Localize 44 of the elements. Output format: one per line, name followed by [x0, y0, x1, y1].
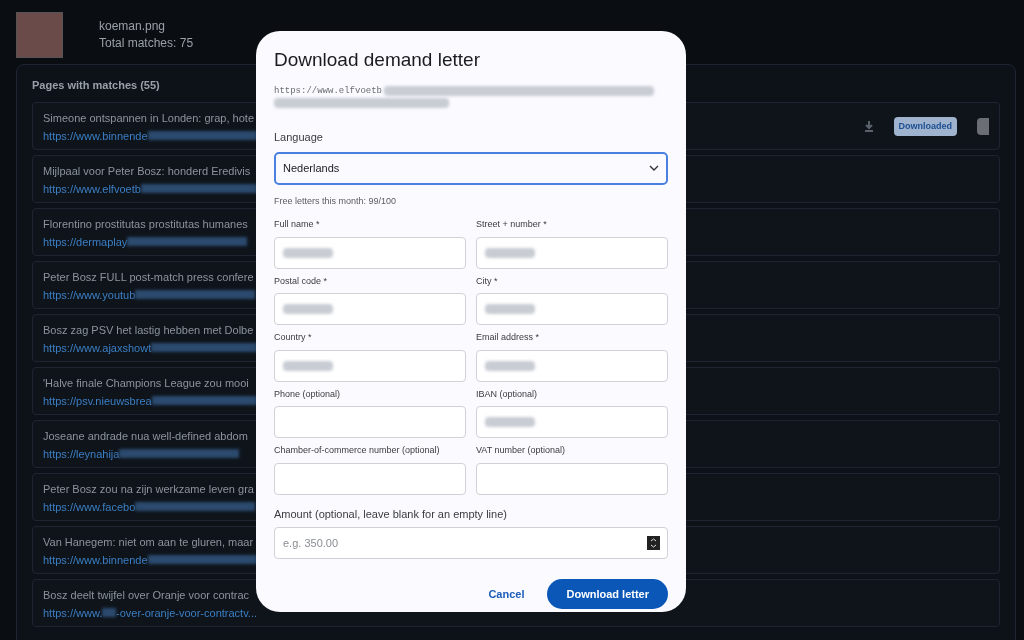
field-label: VAT number (optional) [476, 444, 567, 457]
page-title: Peter Bosz zou na zijn werkzame leven gra [43, 481, 255, 497]
field-label: Amount (optional, leave blank for an empty line) [274, 506, 508, 522]
field-label: Full name * [274, 218, 321, 231]
page-link[interactable]: https://leynahija [43, 444, 120, 463]
language-select[interactable]: Nederlands [274, 151, 668, 185]
page-link[interactable]: https://www.elfvoetb [43, 179, 141, 198]
field-label: Language [274, 130, 324, 145]
page-link[interactable]: https://www.binnende [43, 550, 148, 569]
url-text: https://www.elfvoetb [274, 85, 383, 98]
field-label: Street + number * [476, 218, 548, 231]
field-label: Phone (optional) [274, 387, 342, 401]
page-link[interactable]: https://dermaplay [43, 232, 128, 251]
download-letter-button[interactable]: Download letter [547, 579, 668, 609]
field-label: Country * [274, 331, 313, 344]
page-link[interactable]: https://psv.nieuwsbrea [43, 391, 152, 410]
quota-text: Free letters this month: 99/100 [274, 194, 398, 208]
field-label: City * [476, 274, 499, 288]
field-label: Postal code * [274, 274, 329, 288]
amount-field[interactable]: e.g. 350.00 [274, 527, 668, 559]
page-title: Mijlpaal voor Peter Bosz: honderd Eredivis [43, 163, 252, 179]
page-link[interactable]: https://www.facebo [43, 497, 136, 516]
page-title: Bosz zag PSV het lastig hebben met Dolbe [43, 322, 255, 338]
page-link[interactable]: https://www.binnende [43, 126, 148, 145]
match-count: Total matches: 75 [99, 35, 194, 52]
page-link[interactable]: https://www. [43, 603, 103, 622]
page-title: Peter Bosz FULL post-match press confere [43, 269, 255, 285]
cancel-button[interactable]: Cancel [480, 581, 533, 607]
page-title: Florentino prostitutas prostitutas humanes [43, 216, 249, 232]
field-label: IBAN (optional) [476, 387, 539, 401]
page-title: 'Halve finale Champions League zou mooi [43, 375, 250, 391]
panel-title: Pages with matches (55) [32, 78, 160, 93]
page-link[interactable]: https://www.ajaxshowt [43, 338, 152, 357]
dialog-title: Download demand letter [274, 48, 481, 72]
page-title: Van Hanegem: niet om aan te gluren, maar [43, 534, 255, 550]
downloaded-badge: Downloaded [893, 116, 957, 136]
page-title: Bosz deelt twijfel over Oranje voor contrac [43, 587, 251, 603]
page-link[interactable]: https://www.youtub [43, 285, 136, 304]
page-title: Simeone ontspannen in Londen: grap, hote [43, 110, 255, 126]
page-title: Joseane andrade nua well-defined abdom [43, 428, 249, 444]
page-link[interactable]: -over-oranje-voor-contractv... [116, 603, 257, 622]
field-label: Email address * [476, 331, 541, 344]
field-label: Chamber-of-commerce number (optional) [274, 444, 441, 457]
file-name: koeman.png [99, 18, 167, 35]
